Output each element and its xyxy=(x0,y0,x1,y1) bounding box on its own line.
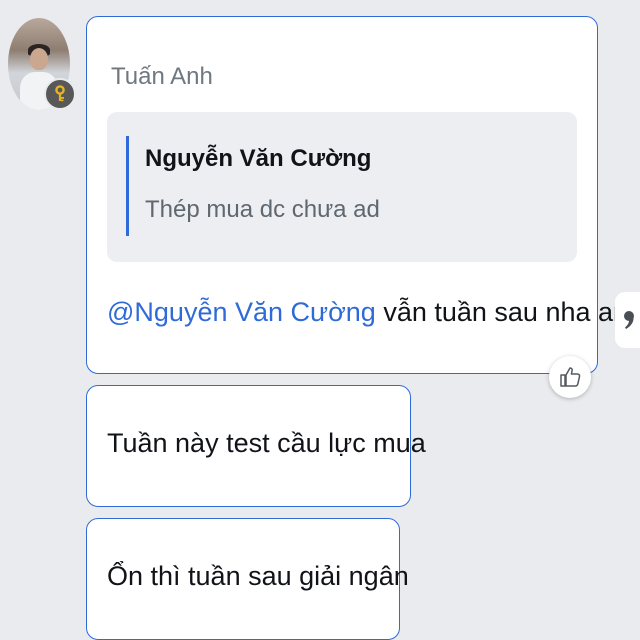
sender-name: Tuấn Anh xyxy=(111,63,213,90)
like-button[interactable] xyxy=(549,356,591,398)
quote-reply-button[interactable] xyxy=(615,292,640,348)
message-text: @Nguyễn Văn Cường vẫn tuần sau nha anh xyxy=(107,297,640,328)
message-body: vẫn tuần sau nha anh xyxy=(375,297,640,327)
quote-icon xyxy=(624,311,634,329)
quote-text: Thép mua dc chưa ad xyxy=(145,196,380,223)
message-bubble[interactable]: Tuấn Anh Nguyễn Văn Cường Thép mua dc ch… xyxy=(86,16,640,374)
message-bubble[interactable]: Ổn thì tuần sau giải ngân xyxy=(86,518,409,640)
quote-author: Nguyễn Văn Cường xyxy=(145,145,372,172)
key-icon xyxy=(44,78,76,110)
reply-quote[interactable]: Nguyễn Văn Cường Thép mua dc chưa ad xyxy=(107,112,577,262)
avatar[interactable] xyxy=(8,18,76,110)
quote-bar xyxy=(126,136,129,236)
message-text: Tuần này test cầu lực mua xyxy=(107,428,426,458)
mention-link[interactable]: @Nguyễn Văn Cường xyxy=(107,297,376,327)
thumbs-up-icon xyxy=(560,367,581,387)
message-bubble[interactable]: Tuần này test cầu lực mua xyxy=(86,385,426,507)
message-text: Ổn thì tuần sau giải ngân xyxy=(107,561,409,591)
